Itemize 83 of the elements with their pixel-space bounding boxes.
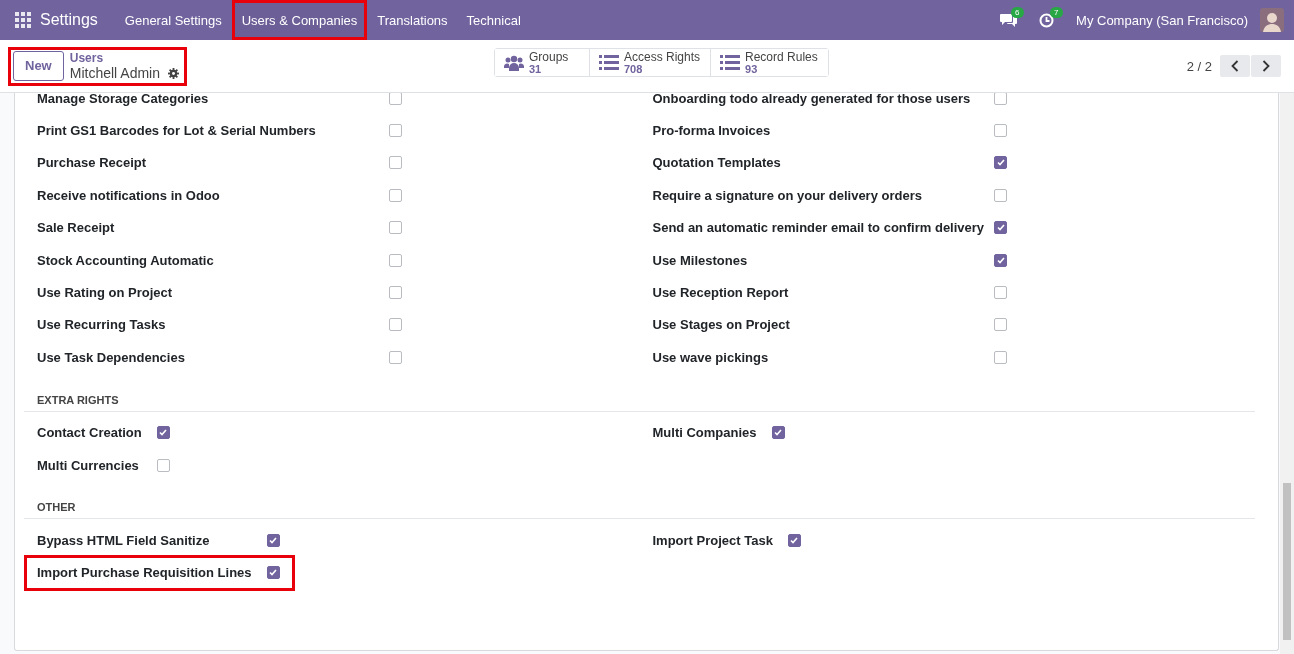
- field-label: Onboarding todo already generated for those users: [652, 93, 972, 106]
- new-button[interactable]: New: [13, 50, 64, 81]
- checkbox[interactable]: [156, 426, 170, 440]
- checkbox[interactable]: [994, 93, 1008, 105]
- previous-button[interactable]: [1220, 55, 1250, 77]
- field-label: Quotation Templates: [652, 155, 782, 171]
- checkbox[interactable]: [389, 318, 402, 332]
- checkbox[interactable]: [389, 188, 402, 202]
- stat-value: 31: [529, 62, 542, 75]
- count-badge: 7: [1050, 6, 1063, 18]
- checkbox[interactable]: [389, 286, 402, 300]
- stat-value: 708: [624, 62, 644, 75]
- apps-grid-icon[interactable]: [15, 12, 31, 28]
- scrollbar[interactable]: [1280, 93, 1294, 654]
- pager-value: 2 / 2: [1186, 58, 1212, 74]
- menu-item[interactable]: General Settings: [115, 0, 231, 40]
- field-label: Multi Companies: [652, 425, 758, 441]
- checkbox[interactable]: [156, 458, 170, 472]
- checkbox[interactable]: [389, 253, 402, 267]
- field-label: Use Rating on Project: [37, 285, 174, 301]
- company-switcher[interactable]: My Company (San Francisco): [1076, 12, 1248, 28]
- field-label: Require a signature on your delivery orders: [652, 187, 923, 203]
- menu-item[interactable]: Translations: [368, 0, 457, 40]
- field-label: Send an automatic reminder email to confirm delivery: [652, 220, 985, 236]
- next-button[interactable]: [1251, 55, 1281, 77]
- field-label: Use Reception Report: [652, 285, 790, 301]
- field-label: Stock Accounting Automatic: [37, 252, 215, 268]
- field-label: Import Project Task: [652, 533, 774, 548]
- chat-bubbles-icon[interactable]: [1000, 12, 1018, 28]
- user-avatar[interactable]: [1260, 8, 1284, 32]
- checkbox[interactable]: [994, 156, 1008, 170]
- breadcrumb-link[interactable]: Users: [69, 50, 179, 66]
- checkbox[interactable]: [994, 188, 1008, 202]
- checkbox[interactable]: [389, 221, 402, 235]
- stat-label: Access Rights: [624, 50, 701, 63]
- field-label: Use Task Dependencies: [37, 349, 186, 365]
- field-label: Pro-forma Invoices: [652, 123, 772, 139]
- field-label: Print GS1 Barcodes for Lot & Serial Numbers: [37, 123, 317, 139]
- field-label: Use Recurring Tasks: [37, 317, 167, 333]
- checkbox[interactable]: [994, 286, 1008, 300]
- chevron-right-icon: [1262, 60, 1270, 72]
- checkbox[interactable]: [266, 534, 280, 547]
- stat-value: 93: [745, 62, 759, 75]
- stat-label: Groups: [529, 50, 569, 63]
- field-label: Manage Storage Categories: [37, 93, 210, 106]
- checkbox[interactable]: [389, 156, 402, 170]
- checkbox[interactable]: [771, 426, 785, 440]
- field-label: Contact Creation: [37, 425, 143, 441]
- checkbox[interactable]: [787, 534, 801, 547]
- record-title: Mitchell Admin: [69, 65, 160, 81]
- gear-icon[interactable]: [168, 67, 179, 79]
- field-label: Multi Currencies: [37, 457, 140, 473]
- field-label: Receive notifications in Odoo: [37, 187, 221, 203]
- checkbox[interactable]: [994, 124, 1008, 138]
- users-icon: [504, 54, 524, 71]
- checkbox[interactable]: [994, 253, 1008, 267]
- clock-icon[interactable]: [1039, 12, 1055, 28]
- chevron-left-icon: [1231, 60, 1239, 72]
- menu-item[interactable]: Technical: [457, 0, 530, 40]
- field-label: Import Purchase Requisition Lines: [37, 565, 253, 581]
- field-label: Use Milestones: [652, 252, 749, 268]
- stat-label: Record Rules: [745, 50, 818, 63]
- count-badge: 6: [1011, 6, 1024, 18]
- section-heading: EXTRA RIGHTS: [24, 393, 1255, 412]
- app-title[interactable]: Settings: [40, 11, 98, 29]
- field-label: Use wave pickings: [652, 349, 770, 365]
- smart-button[interactable]: Groups 31: [495, 49, 590, 76]
- menu-item[interactable]: Users & Companies: [231, 0, 368, 40]
- checkbox[interactable]: [994, 350, 1008, 364]
- field-label: Purchase Receipt: [37, 155, 148, 171]
- field-label: Sale Receipt: [37, 220, 116, 236]
- field-label: Use Stages on Project: [652, 317, 791, 333]
- checkbox[interactable]: [389, 124, 402, 138]
- field-label: Bypass HTML Field Sanitize: [37, 533, 211, 548]
- checkbox[interactable]: [389, 93, 402, 105]
- checkbox[interactable]: [389, 350, 402, 364]
- list-icon: [720, 54, 741, 71]
- list-icon: [599, 54, 619, 71]
- checkbox[interactable]: [266, 566, 280, 580]
- section-heading: OTHER: [24, 501, 1255, 520]
- scrollbar-thumb[interactable]: [1283, 483, 1291, 640]
- checkbox[interactable]: [994, 221, 1008, 235]
- checkbox[interactable]: [994, 318, 1008, 332]
